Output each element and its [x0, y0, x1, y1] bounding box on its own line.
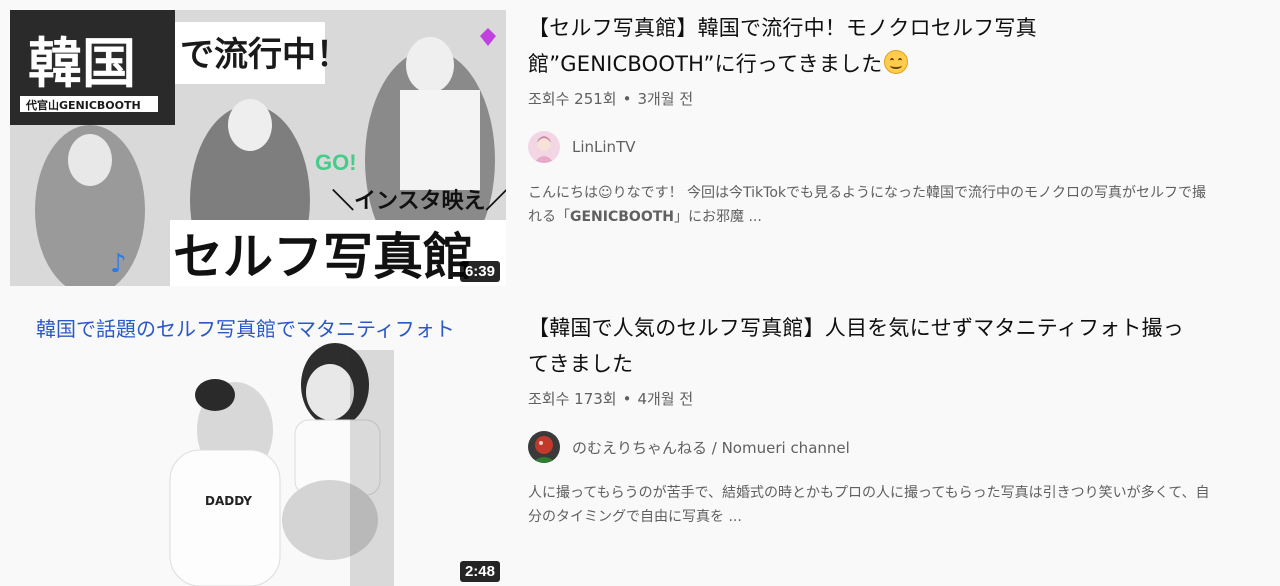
- video-title-line2: 館”GENICBOOTH”に行ってきました: [528, 52, 883, 76]
- video-title-line2: てきました: [528, 352, 634, 376]
- thumb-text-place: 代官山GENICBOOTH: [25, 98, 141, 112]
- video-info: 【韓国で人気のセルフ写真館】人目を気にせずマタニティフォト撮っ てきました 조회…: [528, 310, 1270, 529]
- svg-text:♪: ♪: [110, 249, 127, 279]
- channel-name[interactable]: LinLinTV: [572, 138, 636, 156]
- video-title[interactable]: 【セルフ写真館】韓国で流行中！モノクロセルフ写真 館”GENICBOOTH”に行…: [528, 10, 1270, 82]
- description-line1: こんにちは☺りなです！ 今回は今TikTokでも見るようになった韓国で流行中のモ…: [528, 185, 1207, 201]
- thumb-text-studio: セルフ写真館: [173, 228, 473, 286]
- video-title[interactable]: 【韓国で人気のセルフ写真館】人目を気にせずマタニティフォト撮っ てきました: [528, 310, 1270, 382]
- view-count: 조회수 173회: [528, 390, 617, 408]
- video-metadata: 조회수 251회 • 3개월 전: [528, 90, 694, 108]
- video-duration: 2:48: [459, 561, 500, 582]
- video-info: 【セルフ写真館】韓国で流行中！モノクロセルフ写真 館”GENICBOOTH”に行…: [528, 10, 1270, 229]
- thumbnail-image: DADDY 韓国で話題のセルフ写真館でマタニティフォト: [10, 310, 506, 586]
- video-description: 人に撮ってもらうのが苦手で、結婚式の時とかもプロの人に撮ってもらった写真は引きつ…: [528, 481, 1263, 529]
- video-duration: 6:39: [459, 261, 500, 282]
- video-metadata: 조회수 173회 • 4개월 전: [528, 390, 694, 408]
- channel-link[interactable]: LinLinTV: [528, 131, 1270, 163]
- view-count: 조회수 251회: [528, 90, 617, 108]
- channel-name[interactable]: のむえりちゃんねる / Nomueri channel: [572, 437, 850, 458]
- video-description: こんにちは☺りなです！ 今回は今TikTokでも見るようになった韓国で流行中のモ…: [528, 181, 1263, 229]
- smiling-face-emoji-icon: [884, 50, 909, 74]
- thumb-text-big1: 韓国: [28, 32, 136, 95]
- video-result: 韓国 で流行中！ 代官山GENICBOOTH GO! ＼インスタ映え／ セルフ写…: [10, 10, 1270, 286]
- svg-text:DADDY: DADDY: [205, 494, 252, 508]
- description-line2-suffix: 」にお邪魔 ...: [674, 209, 762, 225]
- thumb-text-go: GO!: [315, 150, 357, 175]
- thumbnail-image: 韓国 で流行中！ 代官山GENICBOOTH GO! ＼インスタ映え／ セルフ写…: [10, 10, 506, 286]
- video-thumbnail[interactable]: 韓国 で流行中！ 代官山GENICBOOTH GO! ＼インスタ映え／ セルフ写…: [10, 10, 506, 286]
- channel-link[interactable]: のむえりちゃんねる / Nomueri channel: [528, 431, 1270, 463]
- description-line2: 分のタイミングで自由に写真を ...: [528, 509, 742, 525]
- thumb-text-caption: 韓国で話題のセルフ写真館でマタニティフォト: [36, 317, 455, 341]
- upload-age: 4개월 전: [637, 390, 694, 408]
- thumb-text-insta: ＼インスタ映え／: [332, 189, 506, 214]
- channel-avatar[interactable]: [528, 131, 560, 163]
- thumb-text-big2: で流行中！: [180, 35, 350, 75]
- description-line1: 人に撮ってもらうのが苦手で、結婚式の時とかもプロの人に撮ってもらった写真は引きつ…: [528, 485, 1210, 501]
- video-title-line1: 【韓国で人気のセルフ写真館】人目を気にせずマタニティフォト撮っ: [528, 316, 1184, 340]
- upload-age: 3개월 전: [637, 90, 694, 108]
- video-title-line1: 【セルフ写真館】韓国で流行中！モノクロセルフ写真: [528, 16, 1037, 40]
- video-result: DADDY 韓国で話題のセルフ写真館でマタニティフォト 2:48 【韓国で人気の…: [10, 310, 1270, 586]
- description-keyword: GENICBOOTH: [570, 209, 674, 225]
- channel-avatar[interactable]: [528, 431, 560, 463]
- video-thumbnail[interactable]: DADDY 韓国で話題のセルフ写真館でマタニティフォト 2:48: [10, 310, 506, 586]
- description-line2-prefix: れる「: [528, 209, 570, 225]
